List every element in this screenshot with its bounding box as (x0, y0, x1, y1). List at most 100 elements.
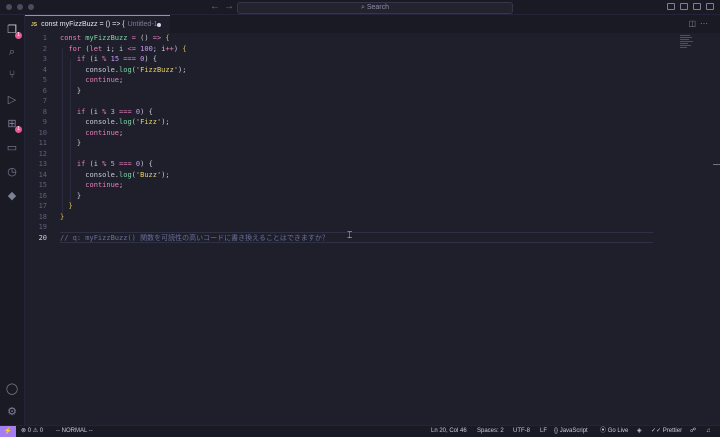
tab-title: const myFizzBuzz = () => { (41, 21, 125, 28)
line-code: } (60, 212, 65, 221)
code-line[interactable]: 19 (25, 222, 655, 233)
line-number: 12 (38, 149, 47, 158)
command-center-search[interactable]: ⌕ Search (237, 2, 513, 14)
code-line[interactable]: 14 console.log('Buzz'); (25, 170, 655, 181)
activity-bar: ❐ 1 ⌕ ⑂ ▷ ⊞ 1 ▭ ◷ ◆ ◯ ⚙ (0, 15, 25, 425)
code-line[interactable]: 10 continue; (25, 128, 655, 139)
line-code: } (68, 202, 73, 210)
more-actions-icon[interactable]: ⋯ (700, 19, 712, 28)
code-line[interactable]: 6 } (25, 86, 655, 97)
line-number: 2 (42, 44, 47, 53)
scrollbar-marker[interactable] (713, 164, 720, 165)
code-line[interactable]: 5 continue; (25, 75, 655, 86)
extensions-icon[interactable]: ⊞ 1 (5, 117, 22, 133)
extensions-badge: 1 (15, 126, 22, 133)
code-line[interactable]: 16 } (25, 191, 655, 202)
line-code: console.log('FizzBuzz'); (85, 65, 187, 74)
line-code: continue; (85, 76, 124, 84)
javascript-file-icon: JS (31, 22, 38, 28)
testing-icon[interactable]: ◷ (5, 165, 19, 179)
customize-layout-icon[interactable] (706, 3, 714, 10)
code-line[interactable]: 12 (25, 149, 655, 160)
line-number: 9 (42, 118, 47, 126)
line-code: console.log('Fizz'); (85, 118, 170, 126)
code-line[interactable]: 9 console.log('Fizz'); (25, 117, 655, 128)
line-number: 17 (38, 202, 47, 210)
line-code: if (i % 3 === 0) { (76, 107, 153, 116)
line-number: 19 (38, 223, 47, 231)
code-line[interactable]: 7 (25, 96, 655, 107)
split-editor-icon[interactable]: ◫ (688, 19, 700, 28)
remote-indicator-icon[interactable]: ⚡ (0, 426, 16, 437)
code-line[interactable]: 18} (25, 212, 655, 223)
accounts-icon[interactable]: ◯ (5, 382, 19, 396)
code-line[interactable]: 13 if (i % 5 === 0) { (25, 159, 655, 170)
line-number: 16 (38, 191, 47, 200)
title-bar: ← → ⌕ Search (0, 0, 720, 15)
tab-untitled-1[interactable]: JS const myFizzBuzz = () => {Untitled-1 (25, 15, 170, 33)
docker-icon[interactable]: ◆ (5, 189, 19, 203)
code-line[interactable]: 20 // q: myFizzBuzz() 関数を可読性の高いコードに書き換えるこ… (25, 233, 655, 244)
vim-mode-status: -- NORMAL -- (56, 428, 93, 434)
code-line[interactable]: 15 continue; (25, 180, 655, 191)
line-code: const myFizzBuzz = () => { (60, 34, 170, 42)
code-line[interactable]: 8 if (i % 3 === 0) { (25, 107, 655, 118)
close-window-button[interactable] (6, 4, 12, 10)
search-label: Search (366, 4, 390, 11)
line-number: 11 (38, 139, 47, 147)
minimap[interactable] (680, 35, 696, 49)
code-line[interactable]: 11 } (25, 138, 655, 149)
unsaved-dot-icon[interactable] (157, 23, 161, 27)
encoding-status[interactable]: UTF-8 (513, 426, 530, 437)
problems-status[interactable]: ⊗ 0 ⚠ 0 (21, 426, 43, 437)
feedback-icon[interactable]: ☍ (690, 426, 696, 437)
go-live-status[interactable]: ⦿ Go Live (600, 426, 628, 437)
eol-status[interactable]: LF (540, 426, 547, 437)
line-number: 5 (42, 76, 47, 84)
forward-arrow-icon[interactable]: → (224, 1, 234, 12)
line-number: 7 (42, 97, 47, 105)
toggle-panel-icon[interactable] (680, 3, 688, 10)
line-number: 8 (42, 107, 47, 116)
line-number: 15 (38, 181, 47, 189)
line-code: } (76, 191, 82, 200)
code-line[interactable]: 2 for (let i; i <= 100; i++) { (25, 44, 655, 55)
indentation-status[interactable]: Spaces: 2 (477, 426, 504, 437)
source-control-icon[interactable]: ⑂ (5, 68, 19, 82)
line-code: // q: myFizzBuzz() 関数を可読性の高いコードに書き換えることは… (60, 233, 329, 242)
minimize-window-button[interactable] (17, 4, 23, 10)
code-line[interactable]: 3 if (i % 15 === 0) { (25, 54, 655, 65)
notifications-bell-icon[interactable]: ♫ (706, 426, 711, 437)
prettier-status[interactable]: ✓✓ Prettier (651, 426, 682, 437)
line-number: 6 (42, 86, 47, 95)
line-number: 14 (38, 170, 47, 179)
manage-gear-icon[interactable]: ⚙ (5, 405, 19, 419)
line-code: continue; (85, 181, 124, 189)
line-code: if (i % 15 === 0) { (76, 55, 158, 63)
line-code: continue; (85, 128, 124, 137)
search-view-icon[interactable]: ⌕ (5, 45, 19, 59)
maximize-window-button[interactable] (28, 4, 34, 10)
line-code: if (i % 5 === 0) { (76, 160, 153, 168)
toggle-primary-sidebar-icon[interactable] (667, 3, 675, 10)
copilot-icon[interactable]: ◈ (637, 426, 642, 437)
search-icon: ⌕ (360, 4, 365, 11)
code-line[interactable]: 4 console.log('FizzBuzz'); (25, 65, 655, 76)
back-arrow-icon[interactable]: ← (210, 1, 220, 12)
broadcast-icon: ⦿ (600, 428, 607, 434)
line-code: } (76, 139, 82, 147)
code-editor[interactable]: 1 const myFizzBuzz = () => { 2 for (let i;… (25, 33, 720, 425)
text-cursor-icon: ⌶ (347, 231, 353, 241)
language-mode-status[interactable]: {} JavaScript (554, 426, 588, 437)
cursor-position-status[interactable]: Ln 20, Col 46 (431, 426, 467, 437)
line-number: 3 (42, 55, 47, 63)
toggle-secondary-sidebar-icon[interactable] (693, 3, 701, 10)
line-code: } (76, 86, 82, 95)
run-debug-icon[interactable]: ▷ (5, 93, 19, 107)
line-number: 1 (42, 34, 47, 42)
remote-explorer-icon[interactable]: ▭ (5, 141, 19, 155)
code-line[interactable]: 1 const myFizzBuzz = () => { (25, 33, 655, 44)
double-check-icon: ✓✓ (651, 428, 662, 434)
explorer-icon[interactable]: ❐ 1 (5, 23, 22, 39)
code-line[interactable]: 17 } (25, 201, 655, 212)
